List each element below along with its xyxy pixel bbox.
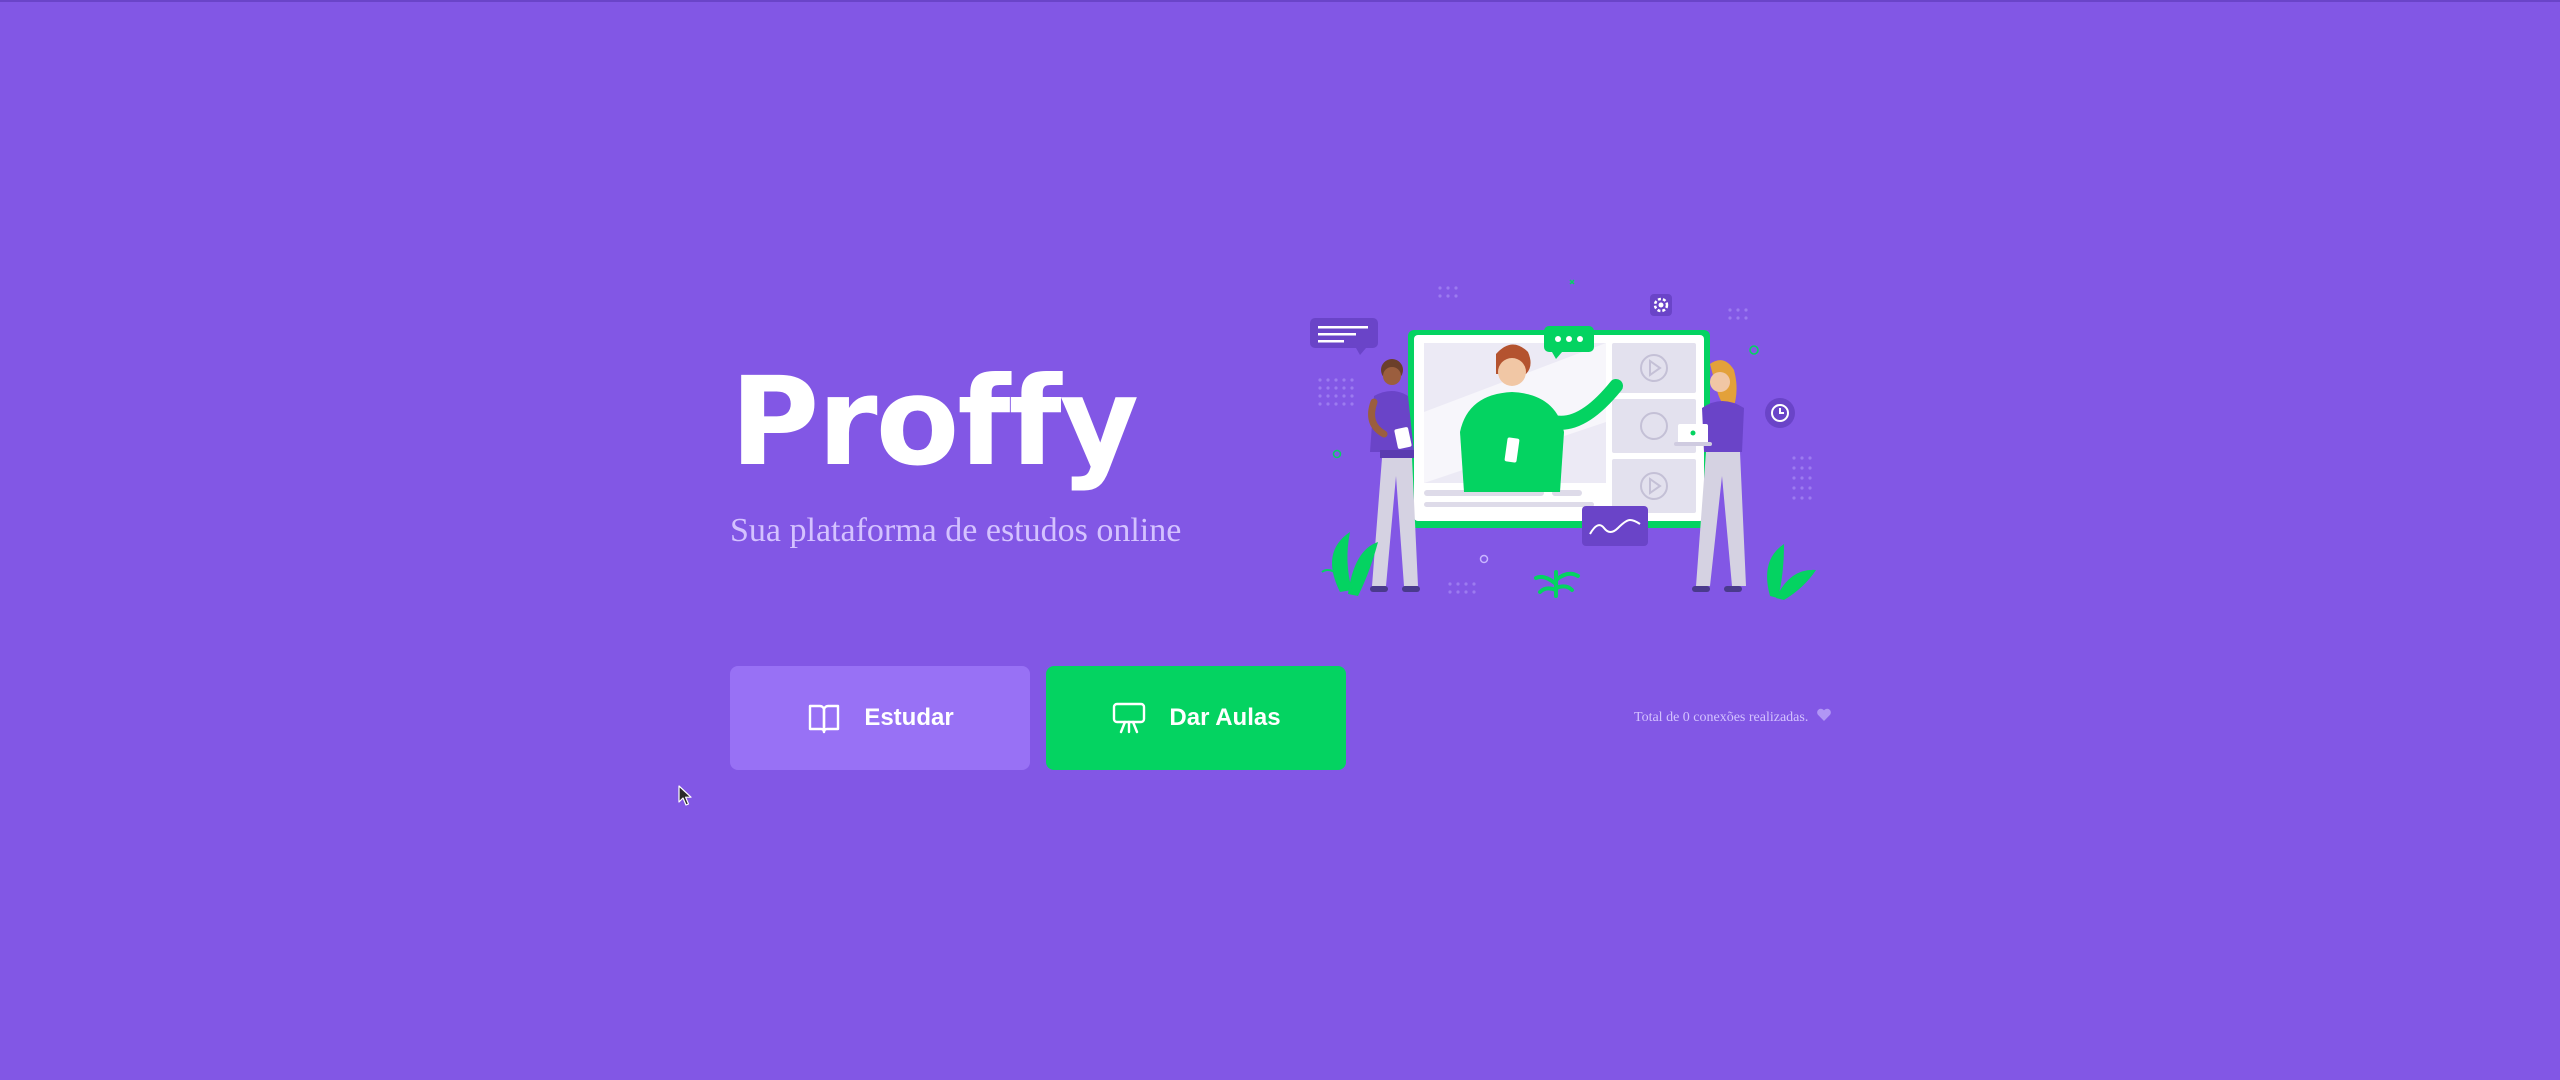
logo-text: Proffy <box>730 364 1138 493</box>
hero-illustration <box>1310 279 1816 600</box>
study-button[interactable]: Estudar <box>730 666 1030 770</box>
give-classes-button-label: Dar Aulas <box>1169 704 1281 731</box>
landing-page: Proffy Sua plataforma de estudos online <box>0 0 2560 1080</box>
give-classes-button[interactable]: Dar Aulas <box>1046 666 1346 770</box>
brand-block: Proffy Sua plataforma de estudos online <box>730 364 1250 550</box>
total-connections: Total de 0 conexões realizadas. <box>1634 708 1832 727</box>
action-buttons: Estudar Dar Aulas <box>730 666 1346 770</box>
proffy-logo: Proffy <box>730 364 1140 493</box>
presentation-board-icon <box>1111 700 1147 736</box>
total-connections-text: Total de 0 conexões realizadas. <box>1634 709 1809 725</box>
purple-heart-icon <box>1816 708 1832 727</box>
book-open-icon <box>806 700 842 736</box>
mouse-pointer-icon <box>678 785 692 812</box>
study-button-label: Estudar <box>864 704 954 731</box>
tagline: Sua plataforma de estudos online <box>730 512 1182 549</box>
